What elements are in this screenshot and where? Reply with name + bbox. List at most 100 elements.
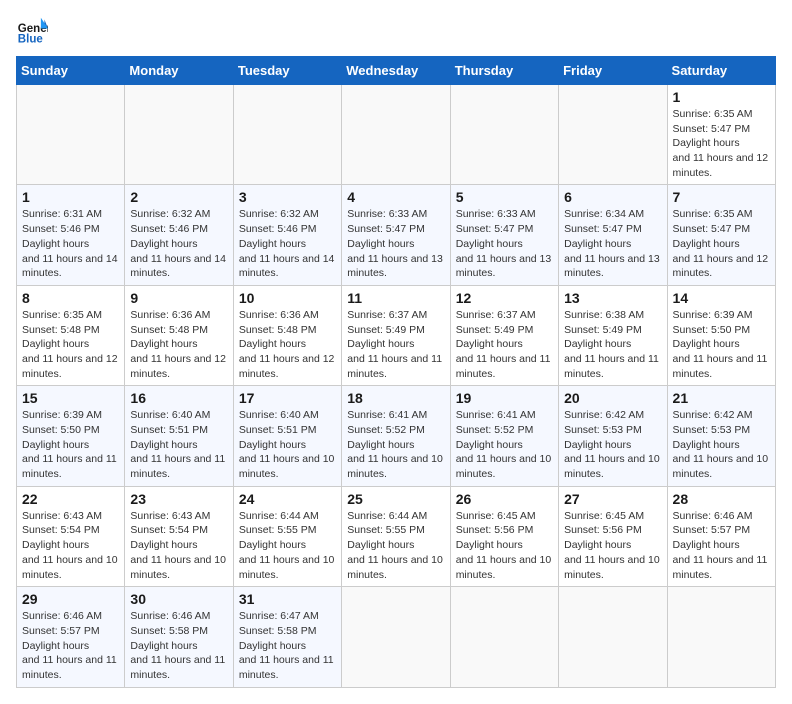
day-info: Sunrise: 6:35 AM Sunset: 5:47 PM Dayligh… (673, 107, 770, 180)
calendar-week-1: 1 Sunrise: 6:35 AM Sunset: 5:47 PM Dayli… (17, 85, 776, 185)
day-info: Sunrise: 6:40 AM Sunset: 5:51 PM Dayligh… (239, 408, 336, 481)
calendar-cell: 18 Sunrise: 6:41 AM Sunset: 5:52 PM Dayl… (342, 386, 450, 486)
calendar-table: SundayMondayTuesdayWednesdayThursdayFrid… (16, 56, 776, 688)
day-number: 4 (347, 189, 444, 205)
day-number: 20 (564, 390, 661, 406)
calendar-cell: 8 Sunrise: 6:35 AM Sunset: 5:48 PM Dayli… (17, 285, 125, 385)
calendar-cell (233, 85, 341, 185)
day-info: Sunrise: 6:42 AM Sunset: 5:53 PM Dayligh… (673, 408, 770, 481)
calendar-cell (450, 85, 558, 185)
calendar-cell (17, 85, 125, 185)
day-info: Sunrise: 6:46 AM Sunset: 5:57 PM Dayligh… (22, 609, 119, 682)
svg-text:Blue: Blue (18, 34, 44, 46)
day-number: 8 (22, 290, 119, 306)
day-number: 5 (456, 189, 553, 205)
day-info: Sunrise: 6:32 AM Sunset: 5:46 PM Dayligh… (239, 207, 336, 280)
day-number: 10 (239, 290, 336, 306)
calendar-cell: 28 Sunrise: 6:46 AM Sunset: 5:57 PM Dayl… (667, 486, 775, 586)
calendar-dow-tuesday: Tuesday (233, 57, 341, 85)
calendar-cell: 26 Sunrise: 6:45 AM Sunset: 5:56 PM Dayl… (450, 486, 558, 586)
calendar-cell: 11 Sunrise: 6:37 AM Sunset: 5:49 PM Dayl… (342, 285, 450, 385)
day-info: Sunrise: 6:35 AM Sunset: 5:48 PM Dayligh… (22, 308, 119, 381)
day-info: Sunrise: 6:43 AM Sunset: 5:54 PM Dayligh… (130, 509, 227, 582)
day-number: 29 (22, 591, 119, 607)
calendar-header-row: SundayMondayTuesdayWednesdayThursdayFrid… (17, 57, 776, 85)
logo-icon: General Blue (16, 16, 48, 48)
day-info: Sunrise: 6:40 AM Sunset: 5:51 PM Dayligh… (130, 408, 227, 481)
calendar-cell: 7 Sunrise: 6:35 AM Sunset: 5:47 PM Dayli… (667, 185, 775, 285)
calendar-cell: 14 Sunrise: 6:39 AM Sunset: 5:50 PM Dayl… (667, 285, 775, 385)
day-number: 2 (130, 189, 227, 205)
calendar-cell: 24 Sunrise: 6:44 AM Sunset: 5:55 PM Dayl… (233, 486, 341, 586)
calendar-cell: 1 Sunrise: 6:31 AM Sunset: 5:46 PM Dayli… (17, 185, 125, 285)
day-number: 1 (22, 189, 119, 205)
calendar-cell: 15 Sunrise: 6:39 AM Sunset: 5:50 PM Dayl… (17, 386, 125, 486)
calendar-body: 1 Sunrise: 6:35 AM Sunset: 5:47 PM Dayli… (17, 85, 776, 688)
day-number: 25 (347, 491, 444, 507)
day-number: 26 (456, 491, 553, 507)
calendar-cell (342, 85, 450, 185)
calendar-dow-sunday: Sunday (17, 57, 125, 85)
page-header: General Blue (16, 16, 776, 48)
day-number: 9 (130, 290, 227, 306)
calendar-cell: 12 Sunrise: 6:37 AM Sunset: 5:49 PM Dayl… (450, 285, 558, 385)
calendar-cell (667, 587, 775, 687)
day-number: 31 (239, 591, 336, 607)
day-info: Sunrise: 6:38 AM Sunset: 5:49 PM Dayligh… (564, 308, 661, 381)
day-number: 19 (456, 390, 553, 406)
calendar-cell (559, 587, 667, 687)
calendar-cell: 27 Sunrise: 6:45 AM Sunset: 5:56 PM Dayl… (559, 486, 667, 586)
calendar-cell (342, 587, 450, 687)
calendar-cell: 2 Sunrise: 6:32 AM Sunset: 5:46 PM Dayli… (125, 185, 233, 285)
day-number: 30 (130, 591, 227, 607)
day-info: Sunrise: 6:31 AM Sunset: 5:46 PM Dayligh… (22, 207, 119, 280)
day-info: Sunrise: 6:45 AM Sunset: 5:56 PM Dayligh… (564, 509, 661, 582)
calendar-week-2: 1 Sunrise: 6:31 AM Sunset: 5:46 PM Dayli… (17, 185, 776, 285)
day-info: Sunrise: 6:46 AM Sunset: 5:58 PM Dayligh… (130, 609, 227, 682)
day-info: Sunrise: 6:44 AM Sunset: 5:55 PM Dayligh… (347, 509, 444, 582)
day-number: 23 (130, 491, 227, 507)
calendar-dow-saturday: Saturday (667, 57, 775, 85)
calendar-dow-monday: Monday (125, 57, 233, 85)
calendar-dow-wednesday: Wednesday (342, 57, 450, 85)
calendar-cell: 5 Sunrise: 6:33 AM Sunset: 5:47 PM Dayli… (450, 185, 558, 285)
calendar-cell: 1 Sunrise: 6:35 AM Sunset: 5:47 PM Dayli… (667, 85, 775, 185)
day-info: Sunrise: 6:43 AM Sunset: 5:54 PM Dayligh… (22, 509, 119, 582)
day-number: 15 (22, 390, 119, 406)
calendar-week-4: 15 Sunrise: 6:39 AM Sunset: 5:50 PM Dayl… (17, 386, 776, 486)
day-info: Sunrise: 6:37 AM Sunset: 5:49 PM Dayligh… (456, 308, 553, 381)
calendar-cell: 31 Sunrise: 6:47 AM Sunset: 5:58 PM Dayl… (233, 587, 341, 687)
calendar-cell: 22 Sunrise: 6:43 AM Sunset: 5:54 PM Dayl… (17, 486, 125, 586)
day-number: 28 (673, 491, 770, 507)
calendar-cell: 3 Sunrise: 6:32 AM Sunset: 5:46 PM Dayli… (233, 185, 341, 285)
calendar-cell: 16 Sunrise: 6:40 AM Sunset: 5:51 PM Dayl… (125, 386, 233, 486)
day-number: 22 (22, 491, 119, 507)
calendar-cell: 29 Sunrise: 6:46 AM Sunset: 5:57 PM Dayl… (17, 587, 125, 687)
day-number: 24 (239, 491, 336, 507)
day-number: 18 (347, 390, 444, 406)
day-number: 11 (347, 290, 444, 306)
day-number: 21 (673, 390, 770, 406)
calendar-cell: 25 Sunrise: 6:44 AM Sunset: 5:55 PM Dayl… (342, 486, 450, 586)
logo: General Blue (16, 16, 52, 48)
calendar-cell: 6 Sunrise: 6:34 AM Sunset: 5:47 PM Dayli… (559, 185, 667, 285)
calendar-cell: 13 Sunrise: 6:38 AM Sunset: 5:49 PM Dayl… (559, 285, 667, 385)
day-number: 12 (456, 290, 553, 306)
day-info: Sunrise: 6:47 AM Sunset: 5:58 PM Dayligh… (239, 609, 336, 682)
calendar-cell: 19 Sunrise: 6:41 AM Sunset: 5:52 PM Dayl… (450, 386, 558, 486)
day-info: Sunrise: 6:39 AM Sunset: 5:50 PM Dayligh… (673, 308, 770, 381)
day-info: Sunrise: 6:44 AM Sunset: 5:55 PM Dayligh… (239, 509, 336, 582)
calendar-cell: 30 Sunrise: 6:46 AM Sunset: 5:58 PM Dayl… (125, 587, 233, 687)
day-info: Sunrise: 6:34 AM Sunset: 5:47 PM Dayligh… (564, 207, 661, 280)
day-number: 13 (564, 290, 661, 306)
calendar-week-5: 22 Sunrise: 6:43 AM Sunset: 5:54 PM Dayl… (17, 486, 776, 586)
calendar-week-6: 29 Sunrise: 6:46 AM Sunset: 5:57 PM Dayl… (17, 587, 776, 687)
day-number: 27 (564, 491, 661, 507)
day-info: Sunrise: 6:41 AM Sunset: 5:52 PM Dayligh… (456, 408, 553, 481)
day-info: Sunrise: 6:35 AM Sunset: 5:47 PM Dayligh… (673, 207, 770, 280)
day-number: 17 (239, 390, 336, 406)
day-info: Sunrise: 6:46 AM Sunset: 5:57 PM Dayligh… (673, 509, 770, 582)
calendar-cell (450, 587, 558, 687)
day-info: Sunrise: 6:45 AM Sunset: 5:56 PM Dayligh… (456, 509, 553, 582)
calendar-cell: 20 Sunrise: 6:42 AM Sunset: 5:53 PM Dayl… (559, 386, 667, 486)
